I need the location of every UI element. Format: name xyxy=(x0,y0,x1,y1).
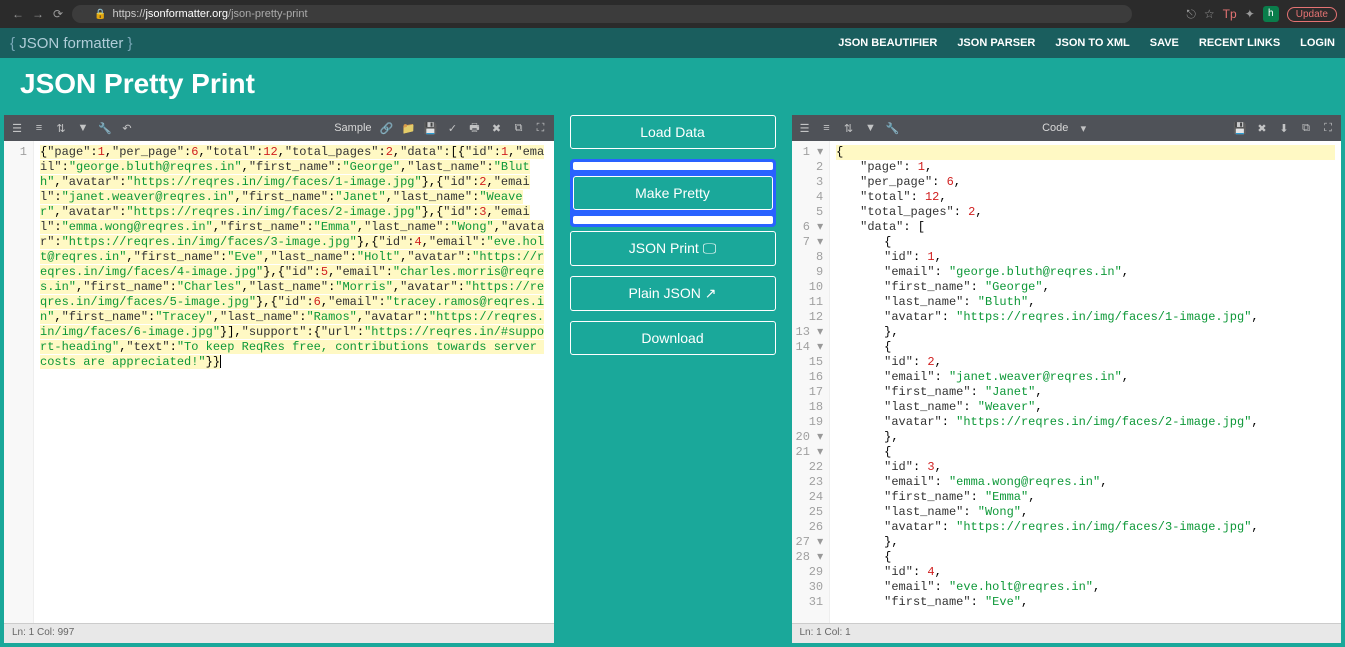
input-status: Ln: 1 Col: 997 xyxy=(4,623,554,643)
nav-save[interactable]: SAVE xyxy=(1150,37,1179,49)
input-editor: ☰ ≡ ⇅ ▼ 🔧 ↶ Sample 🔗 📁 💾 ✓ 🖶 ✖ ⧉ ⛶ 1 {"p… xyxy=(4,115,554,643)
bookmark-icon[interactable]: ☆ xyxy=(1204,7,1215,21)
output-status: Ln: 1 Col: 1 xyxy=(792,623,1342,643)
chevron-down-icon[interactable]: ▾ xyxy=(1076,122,1090,135)
input-code-area[interactable]: {"page":1,"per_page":6,"total":12,"total… xyxy=(34,141,554,623)
mode-select[interactable]: Code xyxy=(1042,122,1068,134)
compact-icon[interactable]: ≡ xyxy=(32,122,46,134)
repair-icon[interactable]: 🔧 xyxy=(886,122,900,135)
fullscreen-out-icon[interactable]: ⛶ xyxy=(1321,122,1335,135)
input-toolbar: ☰ ≡ ⇅ ▼ 🔧 ↶ Sample 🔗 📁 💾 ✓ 🖶 ✖ ⧉ ⛶ xyxy=(4,115,554,141)
nav-parser[interactable]: JSON PARSER xyxy=(957,37,1035,49)
action-column: Load Data Make Pretty JSON Print 🖵 Plain… xyxy=(558,115,788,643)
ext-user-icon[interactable]: h xyxy=(1263,6,1279,22)
input-gutter: 1 xyxy=(4,141,34,623)
format-icon[interactable]: ☰ xyxy=(10,122,24,135)
main-area: ☰ ≡ ⇅ ▼ 🔧 ↶ Sample 🔗 📁 💾 ✓ 🖶 ✖ ⧉ ⛶ 1 {"p… xyxy=(0,115,1345,647)
nav-login[interactable]: LOGIN xyxy=(1300,37,1335,49)
output-editor: ☰ ≡ ⇅ ▼ 🔧 Code ▾ 💾 ✖ ⬇ ⧉ ⛶ 1 ▾23456 ▾7 ▾… xyxy=(792,115,1342,643)
print-icon[interactable]: 🖶 xyxy=(468,119,482,138)
update-button[interactable]: Update xyxy=(1287,7,1337,22)
link-icon[interactable]: 🔗 xyxy=(380,122,394,135)
download-out-icon[interactable]: ⬇ xyxy=(1277,122,1291,135)
extension-area: ⎋ ☆ Tp ✦ h Update xyxy=(1186,6,1337,22)
url-field[interactable]: 🔒https://jsonformatter.org/json-pretty-p… xyxy=(72,5,1132,23)
site-header: JSON formatter JSON BEAUTIFIER JSON PARS… xyxy=(0,28,1345,58)
puzzle-icon[interactable]: ✦ xyxy=(1245,7,1255,21)
back-icon[interactable]: ← xyxy=(8,7,28,21)
forward-icon[interactable]: → xyxy=(28,7,48,21)
fullscreen-icon[interactable]: ⛶ xyxy=(534,122,548,135)
load-data-button[interactable]: Load Data xyxy=(570,115,776,149)
copy-icon[interactable]: ⧉ xyxy=(512,122,526,135)
output-toolbar: ☰ ≡ ⇅ ▼ 🔧 Code ▾ 💾 ✖ ⬇ ⧉ ⛶ xyxy=(792,115,1342,141)
sample-button[interactable]: Sample xyxy=(334,122,371,134)
clear-out-icon[interactable]: ✖ xyxy=(1255,122,1269,135)
sort-icon[interactable]: ⇅ xyxy=(54,122,68,135)
folder-icon[interactable]: 📁 xyxy=(402,122,416,135)
ext-pin-icon[interactable]: Tp xyxy=(1223,7,1237,21)
compact-icon[interactable]: ≡ xyxy=(820,122,834,134)
lock-icon: 🔒 xyxy=(94,9,106,20)
undo-icon[interactable]: ↶ xyxy=(120,122,134,135)
save-disk-icon[interactable]: 💾 xyxy=(424,122,438,135)
nav-links: JSON BEAUTIFIER JSON PARSER JSON TO XML … xyxy=(838,37,1335,49)
site-logo[interactable]: JSON formatter xyxy=(10,35,133,52)
format-icon[interactable]: ☰ xyxy=(798,122,812,135)
copy-out-icon[interactable]: ⧉ xyxy=(1299,122,1313,135)
nav-beautifier[interactable]: JSON BEAUTIFIER xyxy=(838,37,937,49)
make-pretty-button[interactable]: Make Pretty xyxy=(573,176,773,210)
plain-json-button[interactable]: Plain JSON ↗ xyxy=(570,276,776,311)
sort-icon[interactable]: ⇅ xyxy=(842,122,856,135)
clear-icon[interactable]: ✖ xyxy=(490,122,504,135)
output-code-area[interactable]: {"page": 1,"per_page": 6,"total": 12,"to… xyxy=(830,141,1341,623)
check-icon[interactable]: ✓ xyxy=(446,122,460,135)
share-icon[interactable]: ⎋ xyxy=(1186,7,1196,22)
nav-recent[interactable]: RECENT LINKS xyxy=(1199,37,1280,49)
filter-icon[interactable]: ▼ xyxy=(76,122,90,134)
page-title: JSON Pretty Print xyxy=(20,68,1325,100)
browser-address-bar: ← → ⟳ 🔒https://jsonformatter.org/json-pr… xyxy=(0,0,1345,28)
filter-icon[interactable]: ▼ xyxy=(864,122,878,134)
nav-toxml[interactable]: JSON TO XML xyxy=(1055,37,1129,49)
repair-icon[interactable]: 🔧 xyxy=(98,122,112,135)
json-print-button[interactable]: JSON Print 🖵 xyxy=(570,231,776,266)
output-gutter: 1 ▾23456 ▾7 ▾8910111213 ▾14 ▾15161718192… xyxy=(792,141,831,623)
reload-icon[interactable]: ⟳ xyxy=(48,7,68,21)
save-out-icon[interactable]: 💾 xyxy=(1233,122,1247,135)
page-title-bar: JSON Pretty Print xyxy=(0,58,1345,115)
download-button[interactable]: Download xyxy=(570,321,776,355)
